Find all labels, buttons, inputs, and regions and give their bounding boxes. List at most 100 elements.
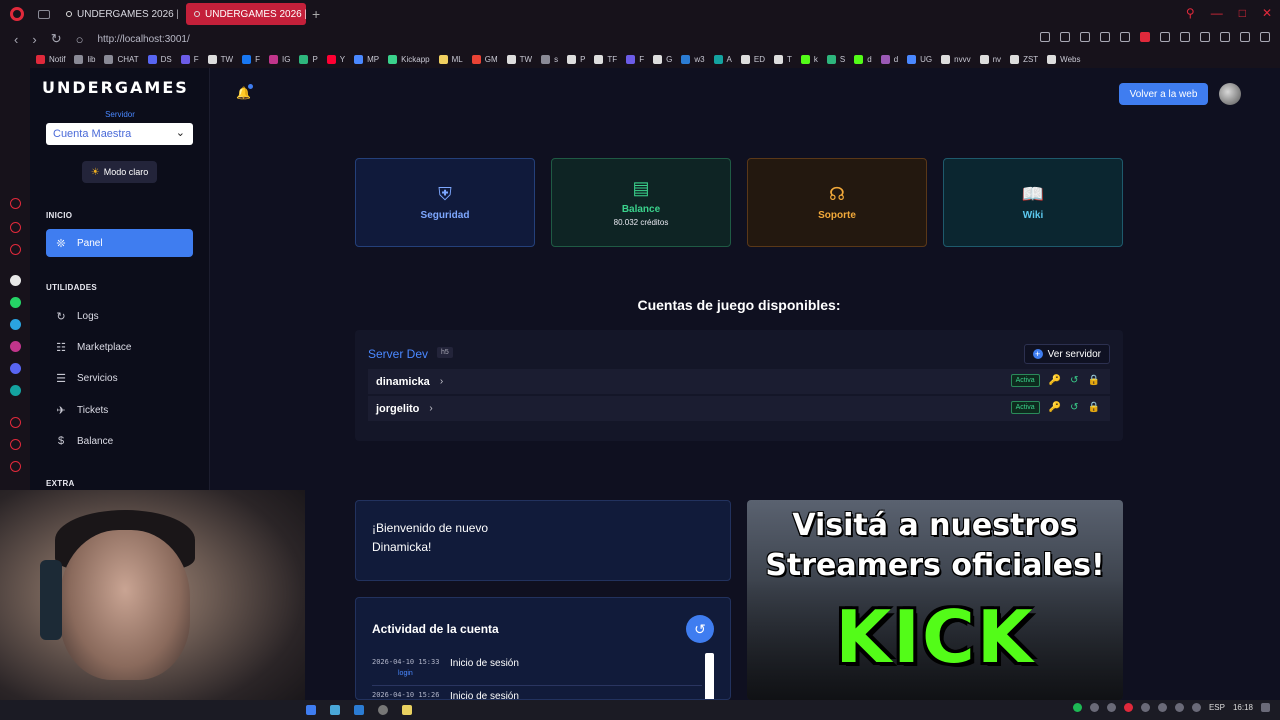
back-icon[interactable]: ‹ bbox=[14, 32, 18, 47]
site-info-icon[interactable]: ○ bbox=[76, 32, 84, 47]
clock[interactable]: 16:18 bbox=[1233, 703, 1253, 712]
screenshot-icon[interactable] bbox=[1060, 32, 1070, 42]
bookmark-item[interactable]: Kickapp bbox=[388, 54, 430, 64]
puzzle-icon[interactable] bbox=[1200, 32, 1210, 42]
sidebar-item-tickets[interactable]: ✈ Tickets bbox=[46, 396, 193, 424]
taskbar-app-icon[interactable] bbox=[306, 705, 316, 715]
bookmark-item[interactable]: CHAT bbox=[104, 54, 139, 64]
key-icon[interactable]: 🔑 bbox=[1049, 402, 1061, 413]
download-icon[interactable] bbox=[1240, 32, 1250, 42]
history-icon[interactable] bbox=[10, 198, 21, 209]
opera-logo-icon[interactable] bbox=[10, 7, 24, 21]
chevron-right-icon[interactable]: › bbox=[429, 403, 432, 414]
bookmark-item[interactable]: F bbox=[626, 54, 644, 64]
url-input[interactable]: http://localhost:3001/ bbox=[97, 34, 189, 45]
bookmark-item[interactable]: Webs bbox=[1047, 54, 1080, 64]
tray-icon[interactable] bbox=[1106, 703, 1116, 712]
language-indicator[interactable]: ESP bbox=[1209, 703, 1225, 712]
search-tabs-icon[interactable]: ⚲ bbox=[1186, 6, 1195, 20]
network-icon[interactable] bbox=[1191, 703, 1201, 712]
chevron-right-icon[interactable]: › bbox=[440, 376, 443, 387]
sidebar-item-balance[interactable]: $ Balance bbox=[46, 427, 193, 455]
extension-icon[interactable] bbox=[1080, 32, 1090, 42]
bookmark-item[interactable]: IG bbox=[269, 54, 290, 64]
whatsapp-icon[interactable] bbox=[10, 297, 21, 308]
bookmark-item[interactable]: nv bbox=[979, 54, 1001, 64]
player-icon[interactable] bbox=[10, 417, 21, 428]
support-card[interactable]: ☊ Soporte bbox=[747, 158, 927, 247]
activity-scrollbar[interactable] bbox=[705, 653, 714, 699]
avatar[interactable] bbox=[1219, 83, 1241, 105]
account-row[interactable]: jorgelito › Activa 🔑 ↺ 🔒 bbox=[368, 396, 1110, 421]
sidebar-item-marketplace[interactable]: ☷ Marketplace bbox=[46, 333, 193, 361]
taskbar-vscode-icon[interactable] bbox=[354, 705, 364, 715]
bookmark-item[interactable]: F bbox=[242, 54, 260, 64]
tray-icon[interactable] bbox=[1140, 703, 1150, 712]
reload-icon[interactable]: ↻ bbox=[51, 31, 62, 47]
maximize-icon[interactable]: □ bbox=[1239, 6, 1246, 20]
extension-icon[interactable] bbox=[1180, 32, 1190, 42]
opera-tray-icon[interactable] bbox=[1123, 703, 1133, 712]
taskbar-notes-icon[interactable] bbox=[402, 705, 412, 715]
brand-logo[interactable]: UNDERGAMES bbox=[42, 78, 189, 97]
flow-icon[interactable] bbox=[10, 222, 21, 233]
bookmark-item[interactable]: d bbox=[854, 54, 872, 64]
telegram-icon[interactable] bbox=[10, 319, 21, 330]
discord-icon[interactable] bbox=[10, 363, 21, 374]
menu-icon[interactable] bbox=[1260, 32, 1270, 42]
bookmark-item[interactable]: nvvv bbox=[941, 54, 971, 64]
bookmark-item[interactable]: DS bbox=[147, 54, 172, 64]
extensions-rail-icon[interactable] bbox=[10, 461, 21, 472]
security-card[interactable]: ⛨ Seguridad bbox=[355, 158, 535, 247]
bookmark-item[interactable]: P bbox=[299, 54, 318, 64]
bookmark-item[interactable]: T bbox=[774, 54, 792, 64]
bookmark-item[interactable]: Notif bbox=[36, 54, 65, 64]
bookmark-item[interactable]: s bbox=[541, 54, 558, 64]
pinboard-icon[interactable] bbox=[10, 244, 21, 255]
theme-toggle-button[interactable]: ☀ Modo claro bbox=[82, 161, 157, 183]
bookmark-item[interactable]: d bbox=[880, 54, 898, 64]
bookmark-item[interactable]: TW bbox=[207, 54, 233, 64]
bookmark-item[interactable]: F bbox=[180, 54, 199, 64]
key-icon[interactable]: 🔑 bbox=[1049, 375, 1061, 386]
bookmark-item[interactable]: ML bbox=[438, 54, 463, 64]
balance-card[interactable]: ▤ Balance 80.032 créditos bbox=[551, 158, 731, 247]
streamers-banner[interactable]: Visitá a nuestros Streamers oficiales! K… bbox=[747, 500, 1123, 700]
bookmark-item[interactable]: TW bbox=[506, 54, 532, 64]
bookmark-item[interactable]: UG bbox=[907, 54, 932, 64]
bookmark-item[interactable]: ED bbox=[740, 54, 765, 64]
tray-icon[interactable] bbox=[1089, 703, 1099, 712]
bookmark-item[interactable]: MP bbox=[354, 54, 379, 64]
bookmark-item[interactable]: S bbox=[826, 54, 845, 64]
browser-tab-active[interactable]: UNDERGAMES 2026 | Acc bbox=[186, 3, 306, 25]
forward-icon[interactable]: › bbox=[32, 32, 36, 47]
bookmark-item[interactable]: G bbox=[653, 54, 672, 64]
history-button-icon[interactable]: ↺ bbox=[686, 615, 714, 643]
clock-icon[interactable] bbox=[10, 439, 21, 450]
new-tab-icon[interactable]: + bbox=[312, 6, 320, 22]
spotify-icon[interactable] bbox=[1072, 703, 1082, 712]
reset-icon[interactable]: ↺ bbox=[1070, 402, 1078, 413]
account-row[interactable]: dinamicka › Activa 🔑 ↺ 🔒 bbox=[368, 369, 1110, 394]
bookmark-item[interactable]: k bbox=[800, 54, 818, 64]
server-select[interactable]: Cuenta Maestra ⌄ bbox=[46, 123, 193, 145]
profile-icon[interactable] bbox=[1220, 32, 1230, 42]
reset-icon[interactable]: ↺ bbox=[1070, 375, 1078, 386]
tray-icon[interactable] bbox=[1157, 703, 1167, 712]
chatgpt-icon[interactable] bbox=[10, 275, 21, 286]
bookmark-item[interactable]: TF bbox=[594, 54, 617, 64]
sidebar-item-logs[interactable]: ↻ Logs bbox=[46, 302, 193, 330]
sync-icon[interactable] bbox=[1160, 32, 1170, 42]
tab-switcher-icon[interactable] bbox=[38, 9, 50, 19]
close-window-icon[interactable]: ✕ bbox=[1262, 6, 1272, 20]
sidebar-item-servicios[interactable]: ☰ Servicios bbox=[46, 364, 193, 392]
wiki-card[interactable]: 📖 Wiki bbox=[943, 158, 1123, 247]
notification-center-icon[interactable] bbox=[1261, 703, 1270, 712]
adblock-icon[interactable] bbox=[1140, 32, 1150, 42]
minimize-icon[interactable]: — bbox=[1211, 6, 1223, 20]
browser-tab[interactable]: UNDERGAMES 2026 | Acc bbox=[58, 3, 178, 25]
bookmark-item[interactable]: lib bbox=[74, 54, 95, 64]
sidebar-item-panel[interactable]: ❊ Panel bbox=[46, 229, 193, 257]
bookmark-item[interactable]: P bbox=[567, 54, 585, 64]
bookmark-item[interactable]: GM bbox=[471, 54, 498, 64]
